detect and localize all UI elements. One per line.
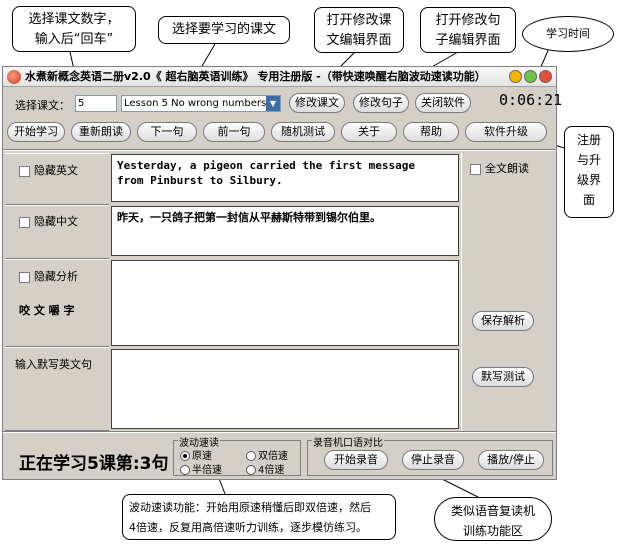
callout-edit-lesson: 打开修改课 文编辑界面	[314, 7, 404, 53]
speed-double-radio[interactable]: 双倍速	[246, 447, 288, 462]
progress-status: 正在学习5课第:3句	[19, 454, 169, 474]
callout-recorder: 类似语音复读机 训练功能区	[434, 497, 552, 541]
dictation-panel: 输入默写英文句	[5, 347, 109, 431]
app-icon	[7, 70, 21, 84]
radio-selected-icon[interactable]	[180, 451, 190, 461]
analysis-panel: 隐藏分析 咬 文 嚼 字	[5, 259, 109, 347]
minimize-button[interactable]	[509, 70, 522, 83]
stop-record-button[interactable]: 停止录音	[402, 450, 464, 470]
lesson-select-value: Lesson 5 No wrong numbers	[124, 98, 267, 109]
title-bar: 水煮新概念英语二册v2.0《 超右脑英语训练》 专用注册版 -（带快速唤醒右脑波…	[3, 67, 556, 87]
close-app-button[interactable]: 关闭软件	[415, 93, 471, 113]
reread-button[interactable]: 重新朗读	[71, 122, 131, 142]
play-pause-button[interactable]: 播放/停止	[478, 450, 544, 470]
hide-english-checkbox[interactable]: 隐藏英文	[19, 162, 78, 178]
close-button[interactable]	[539, 70, 552, 83]
recorder-group: 录音机口语对比 开始录音 停止录音 播放/停止	[307, 434, 553, 476]
edit-lesson-button[interactable]: 修改课文	[289, 93, 345, 113]
hide-chinese-checkbox[interactable]: 隐藏中文	[19, 213, 78, 229]
chew-words-label: 咬 文 嚼 字	[19, 304, 75, 317]
chinese-text-box[interactable]: 昨天，一只鸽子把第一封信从平赫斯特带到锡尔伯里。	[111, 206, 459, 256]
hide-english-label: 隐藏英文	[34, 164, 78, 177]
speed-half-label: 半倍速	[192, 465, 222, 476]
english-text-box[interactable]: Yesterday, a pigeon carried the first me…	[111, 154, 459, 202]
start-study-button[interactable]: 开始学习	[7, 122, 65, 142]
dictation-test-button[interactable]: 默写测试	[472, 367, 534, 387]
app-window: 水煮新概念英语二册v2.0《 超右脑英语训练》 专用注册版 -（带快速唤醒右脑波…	[2, 66, 562, 480]
lesson-label: 选择课文：	[15, 99, 70, 112]
lesson-number-input[interactable]: 5	[75, 95, 117, 112]
hide-analysis-label: 隐藏分析	[34, 270, 78, 283]
lesson-select[interactable]: Lesson 5 No wrong numbers ▼	[121, 95, 281, 112]
radio-icon[interactable]	[246, 451, 256, 461]
speed-half-radio[interactable]: 半倍速	[180, 461, 222, 476]
edit-sentence-button[interactable]: 修改句子	[353, 93, 409, 113]
speed-quad-label: 4倍速	[258, 465, 285, 476]
callout-upgrade: 注册 与升 级界 面	[564, 126, 614, 218]
dictation-input[interactable]	[111, 349, 459, 429]
hide-english-panel: 隐藏英文	[5, 153, 109, 205]
upgrade-button[interactable]: 软件升级	[465, 122, 547, 142]
hide-chinese-label: 隐藏中文	[34, 215, 78, 228]
about-button[interactable]: 关于	[341, 122, 397, 142]
full-read-checkbox[interactable]: 全文朗读	[470, 160, 529, 176]
checkbox-icon[interactable]	[19, 271, 30, 283]
checkbox-icon[interactable]	[19, 165, 30, 177]
right-column: 全文朗读 保存解析 默写测试	[461, 153, 556, 431]
next-sentence-button[interactable]: 下一句	[137, 122, 197, 142]
status-divider	[3, 431, 556, 433]
window-title: 水煮新概念英语二册v2.0《 超右脑英语训练》 专用注册版 -（带快速唤醒右脑波…	[25, 70, 486, 83]
analysis-text-box[interactable]	[111, 260, 459, 346]
prev-sentence-button[interactable]: 前一句	[203, 122, 265, 142]
full-read-label: 全文朗读	[485, 162, 529, 175]
radio-icon[interactable]	[180, 465, 190, 475]
toolbar-divider	[3, 149, 556, 151]
hide-chinese-panel: 隐藏中文	[5, 205, 109, 259]
callout-wave-speed: 波动速读功能：开始用原速稍懂后即双倍速，然后 4倍速，反复用高倍速听力训练，逐步…	[122, 494, 396, 540]
help-button[interactable]: 帮助	[403, 122, 459, 142]
dictation-label: 输入默写英文句	[15, 358, 92, 371]
radio-icon[interactable]	[246, 465, 256, 475]
speed-normal-radio[interactable]: 原速	[180, 447, 212, 462]
callout-lesson-number: 选择课文数字， 输入后“回车”	[12, 6, 136, 52]
checkbox-icon[interactable]	[470, 163, 481, 175]
speed-quad-radio[interactable]: 4倍速	[246, 461, 284, 476]
study-timer: 0:06:21	[499, 91, 563, 109]
callout-study-time: 学习时间	[522, 16, 614, 52]
hide-analysis-checkbox[interactable]: 隐藏分析	[19, 268, 78, 284]
random-test-button[interactable]: 随机测试	[271, 122, 335, 142]
maximize-button[interactable]	[524, 70, 537, 83]
start-record-button[interactable]: 开始录音	[324, 450, 388, 470]
recorder-legend: 录音机口语对比	[312, 434, 384, 449]
callout-lesson-select: 选择要学习的课文	[158, 16, 290, 44]
wave-speed-group: 波动速读 原速 双倍速 半倍速 4倍速	[173, 434, 301, 476]
callout-edit-sentence: 打开修改句 子编辑界面	[420, 7, 516, 53]
checkbox-icon[interactable]	[19, 216, 30, 228]
chevron-down-icon[interactable]: ▼	[266, 96, 280, 111]
save-analysis-button[interactable]: 保存解析	[472, 311, 534, 331]
